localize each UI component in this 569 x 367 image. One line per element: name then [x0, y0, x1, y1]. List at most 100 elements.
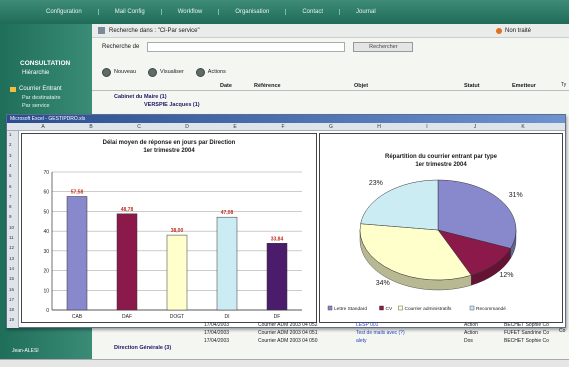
excel-column-B[interactable]: B — [67, 124, 115, 130]
excel-row-3[interactable]: 3 — [9, 153, 12, 158]
excel-row-10[interactable]: 10 — [9, 225, 14, 230]
row-objet[interactable]: alety — [356, 338, 367, 344]
excel-column-E[interactable]: E — [211, 124, 259, 130]
excel-column-I[interactable]: I — [403, 124, 451, 130]
excel-title: Microsoft Excel - GESTIPDRO.xls — [7, 115, 565, 123]
y-tick-label: 70 — [43, 170, 49, 176]
excel-column-J[interactable]: J — [451, 124, 499, 130]
bar-value-label: 48,78 — [121, 207, 134, 213]
excel-column-C[interactable]: C — [115, 124, 163, 130]
excel-column-D[interactable]: D — [163, 124, 211, 130]
actions-button[interactable]: Actions — [195, 67, 226, 77]
pie-chart[interactable]: Répartition du courrier entrant par type… — [319, 133, 563, 323]
table-row[interactable]: 17/04/2003 Courrier ADM 2003 04 050 alet… — [92, 338, 569, 345]
excel-row-17[interactable]: 17 — [9, 297, 14, 302]
bar-daf[interactable] — [116, 213, 138, 311]
header-objet[interactable]: Objet — [354, 83, 368, 89]
table-row[interactable]: 17/04/2003 Courrier ADM 2003 04 051 Test… — [92, 330, 569, 337]
row-objet[interactable]: LESP 001 — [356, 322, 378, 328]
search-button[interactable]: Rechercher — [353, 41, 414, 52]
sidebar-section-courrier-entrant[interactable]: Courrier Entrant — [10, 86, 62, 92]
row-emetteur: BECHET Sophie Co — [504, 338, 549, 344]
folder-icon — [10, 86, 16, 92]
bar-di[interactable] — [216, 216, 238, 311]
excel-row-6[interactable]: 6 — [9, 184, 12, 189]
bar-value-label: 38,00 — [171, 228, 184, 234]
excel-column-H[interactable]: H — [355, 124, 403, 130]
bar-dogt[interactable] — [166, 234, 188, 311]
row-date: 17/04/2003 — [204, 338, 230, 344]
table-row[interactable]: 17/04/2003 Courrier ADM 2003 04 052 LESP… — [92, 322, 569, 329]
excel-row-18[interactable]: 18 — [9, 307, 14, 312]
legend-swatch — [398, 305, 403, 311]
header-emetteur[interactable]: Emetteur — [512, 83, 536, 89]
nav-configuration[interactable]: Configuration — [30, 9, 99, 15]
excel-column-K[interactable]: K — [499, 124, 547, 130]
row-date: 17/04/2003 — [204, 322, 230, 328]
view-button[interactable]: Visualiser — [148, 67, 184, 77]
group-direction-generale[interactable]: Direction Générale (3) — [114, 345, 171, 351]
search-input[interactable] — [147, 41, 346, 52]
sidebar-section-label: Courrier Entrant — [19, 86, 62, 92]
excel-row-12[interactable]: 12 — [9, 245, 14, 250]
bar-df[interactable] — [266, 243, 288, 311]
nav-contact[interactable]: Contact — [286, 9, 340, 15]
pie-percent-label: 12% — [500, 272, 514, 279]
excel-column-G[interactable]: G — [307, 124, 355, 130]
bar-cab[interactable] — [66, 196, 88, 311]
excel-column-A[interactable]: A — [19, 124, 67, 130]
excel-column-headers: ABCDEFGHIJK — [7, 123, 565, 131]
pie-slice-recommand-[interactable] — [360, 179, 439, 231]
pie-legend: Lettre Standard CV Courrier administratifs… — [327, 305, 506, 312]
non-traite-label: Non traité — [504, 27, 531, 34]
sidebar-item-par-destinataire[interactable]: Par destinataire — [22, 95, 61, 101]
actions-icon — [195, 67, 205, 77]
excel-row-4[interactable]: 4 — [9, 163, 12, 168]
row-reference: Courrier ADM 2003 04 050 — [258, 338, 318, 344]
non-traite-filter[interactable]: Non traité — [495, 27, 531, 34]
header-reference[interactable]: Référence — [254, 83, 281, 89]
nav-mail-config[interactable]: Mail Config — [99, 9, 162, 15]
pie-percent-label: 31% — [509, 192, 523, 199]
row-reference: Courrier ADM 2003 04 052 — [258, 322, 318, 328]
excel-row-2[interactable]: 2 — [9, 142, 12, 147]
bar-chart[interactable]: Délai moyen de réponse en jours par Dire… — [21, 133, 317, 323]
excel-row-9[interactable]: 9 — [9, 214, 12, 219]
excel-row-14[interactable]: 14 — [9, 266, 14, 271]
x-tick-label: DAF — [122, 314, 132, 320]
search-scope-label: Recherche dans : "Cl-Par service" — [109, 27, 200, 34]
excel-row-8[interactable]: 8 — [9, 204, 12, 209]
nav-organisation[interactable]: Organisation — [219, 9, 287, 15]
row-fragment: Ty — [561, 82, 567, 88]
search-icon — [98, 27, 105, 34]
excel-row-16[interactable]: 16 — [9, 287, 14, 292]
header-statut[interactable]: Statut — [464, 83, 480, 89]
row-emetteur: FUFET Sandrine Co — [504, 330, 550, 336]
excel-row-7[interactable]: 7 — [9, 194, 12, 199]
group-verspie[interactable]: VERSPIE Jacques (1) — [144, 102, 200, 108]
y-tick-label: 0 — [46, 308, 49, 314]
header-date[interactable]: Date — [220, 83, 232, 89]
excel-row-19[interactable]: 19 — [9, 317, 14, 322]
excel-row-15[interactable]: 15 — [9, 276, 14, 281]
pie-percent-label: 23% — [369, 180, 383, 187]
excel-row-13[interactable]: 13 — [9, 256, 14, 261]
excel-row-11[interactable]: 11 — [9, 235, 14, 240]
sidebar-item-par-service[interactable]: Par service — [22, 103, 50, 109]
new-label: Nouveau — [114, 69, 137, 75]
sidebar-title: CONSULTATION — [20, 60, 71, 67]
excel-column-F[interactable]: F — [259, 124, 307, 130]
nav-workflow[interactable]: Workflow — [162, 9, 220, 15]
nav-journal[interactable]: Journal — [340, 9, 392, 15]
row-statut: Action — [464, 330, 478, 336]
excel-row-5[interactable]: 5 — [9, 173, 12, 178]
group-cabinet[interactable]: Cabinet du Maire (1) — [114, 94, 167, 100]
new-button[interactable]: Nouveau — [102, 67, 137, 77]
search-row: Recherche de Rechercher — [92, 39, 569, 54]
row-objet[interactable]: Test de mails avec (?) — [356, 330, 405, 336]
excel-row-1[interactable]: 1 — [9, 132, 12, 137]
excel-window[interactable]: Microsoft Excel - GESTIPDRO.xls ABCDEFGH… — [6, 114, 566, 328]
sidebar-subtitle[interactable]: Hiérarchie — [22, 70, 49, 76]
row-statut: Dos — [464, 338, 473, 344]
view-icon — [148, 67, 158, 77]
